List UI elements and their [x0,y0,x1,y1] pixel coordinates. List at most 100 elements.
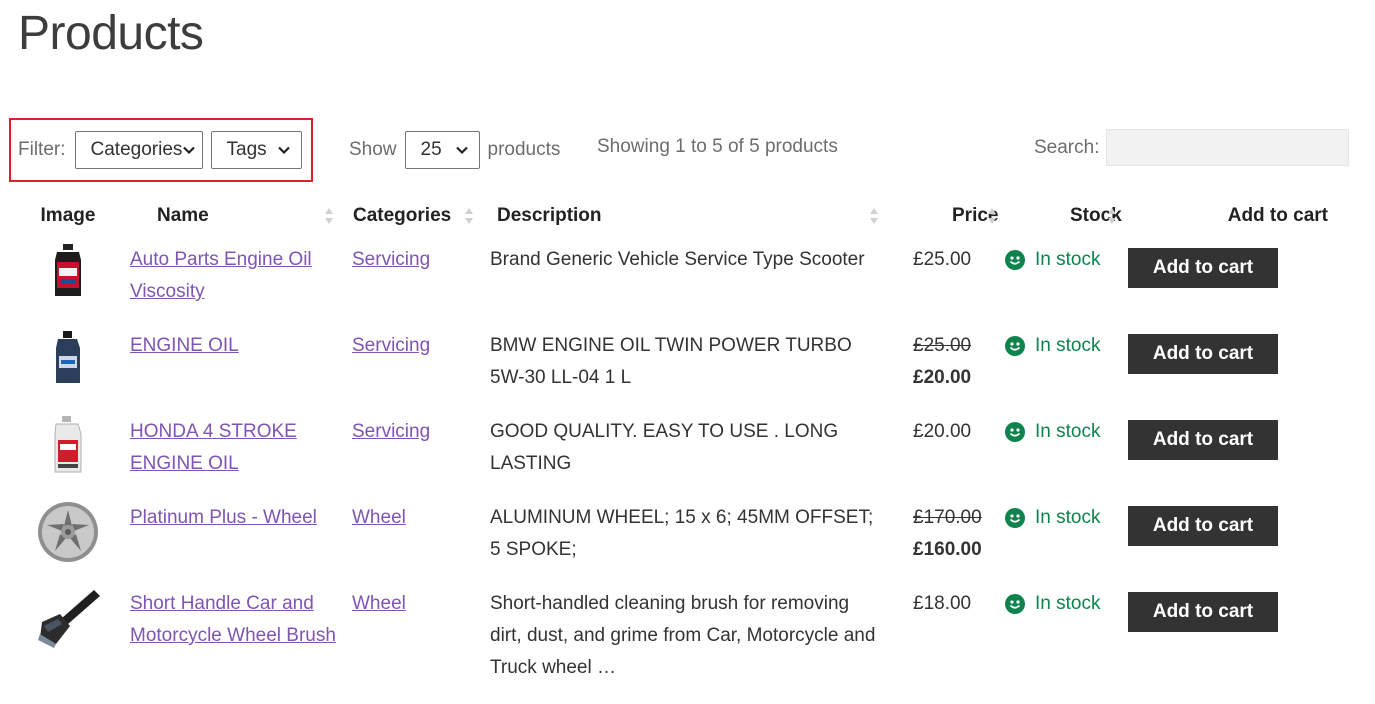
sort-icon [869,207,879,225]
table-row: ENGINE OIL Servicing BMW ENGINE OIL TWIN… [18,322,1348,408]
smiley-icon [1005,336,1025,356]
product-image-cell[interactable] [18,494,118,580]
add-to-cart-button[interactable]: Add to cart [1128,420,1278,460]
cart-cell: Add to cart [1123,322,1348,408]
product-image-cell[interactable] [18,408,118,494]
chevron-down-icon [182,143,196,157]
product-image-cell[interactable] [18,580,118,690]
price: £18.00 [913,593,972,614]
add-to-cart-button[interactable]: Add to cart [1128,334,1278,374]
page-size-select[interactable]: 25 [404,131,480,169]
search-group: Search: [1034,129,1350,166]
product-name-link[interactable]: Short Handle Car and Motorcycle Wheel Br… [130,593,336,646]
cart-cell: Add to cart [1123,236,1348,322]
filter-label: Filter: [18,139,66,160]
category-link[interactable]: Servicing [352,335,430,356]
product-price-cell: £25.00 £20.00 [885,322,1003,408]
product-name-cell: Short Handle Car and Motorcycle Wheel Br… [118,580,340,690]
add-to-cart-button[interactable]: Add to cart [1128,506,1278,546]
sort-icon [1107,207,1117,225]
stock-cell: In stock [1003,236,1123,322]
stock-cell: In stock [1003,494,1123,580]
stock-label: In stock [1035,335,1101,356]
stock-label: In stock [1035,507,1101,528]
chevron-down-icon [277,143,291,157]
product-description: BMW ENGINE OIL TWIN POWER TURBO 5W-30 LL… [490,335,852,388]
category-link[interactable]: Servicing [352,249,430,270]
cart-cell: Add to cart [1123,580,1348,690]
products-table: Image Name Categories Description Price … [18,196,1348,690]
stock-cell: In stock [1003,408,1123,494]
product-price-cell: £18.00 [885,580,1003,690]
product-name-link[interactable]: Platinum Plus - Wheel [130,507,317,528]
table-row: Short Handle Car and Motorcycle Wheel Br… [18,580,1348,690]
product-name-link[interactable]: ENGINE OIL [130,335,239,356]
tags-select[interactable]: Tags [210,131,302,169]
product-name-cell: Platinum Plus - Wheel [118,494,340,580]
product-image-cell[interactable] [18,236,118,322]
products-label: products [487,139,561,160]
stock-status: In stock [1005,502,1123,534]
header-stock[interactable]: Stock [1003,196,1123,236]
product-description: Brand Generic Vehicle Service Type Scoot… [490,249,865,270]
header-description[interactable]: Description [480,196,885,236]
price-old: £25.00 [913,335,972,356]
stock-status: In stock [1005,330,1123,362]
chevron-down-icon [455,143,469,157]
cart-cell: Add to cart [1123,408,1348,494]
stock-cell: In stock [1003,322,1123,408]
sort-icon [987,207,997,225]
sort-icon [464,207,474,225]
alloy-wheel-icon [36,502,100,569]
category-link[interactable]: Servicing [352,421,430,442]
sort-icon [324,207,334,225]
price-old: £170.00 [913,507,982,528]
add-to-cart-button[interactable]: Add to cart [1128,248,1278,288]
price: £20.00 [913,421,972,442]
tags-select-value: Tags [226,139,267,160]
header-price[interactable]: Price [885,196,1003,236]
header-categories[interactable]: Categories [340,196,480,236]
search-input[interactable] [1106,129,1350,166]
show-label: Show [349,139,397,160]
oil-jug-icon [48,416,88,481]
product-price-cell: £170.00 £160.00 [885,494,1003,580]
search-label: Search: [1034,136,1100,158]
add-to-cart-button[interactable]: Add to cart [1128,592,1278,632]
showing-info: Showing 1 to 5 of 5 products [597,136,838,157]
category-link[interactable]: Wheel [352,507,406,528]
product-image-cell[interactable] [18,322,118,408]
stock-label: In stock [1035,421,1101,442]
product-description: GOOD QUALITY. EASY TO USE . LONG LASTING [490,421,839,474]
price-sale: £160.00 [913,539,982,560]
cart-cell: Add to cart [1123,494,1348,580]
product-name-cell: HONDA 4 STROKE ENGINE OIL [118,408,340,494]
product-price-cell: £25.00 [885,236,1003,322]
filter-group: Filter: Categories Tags [9,118,313,182]
stock-status: In stock [1005,416,1123,448]
product-name-link[interactable]: HONDA 4 STROKE ENGINE OIL [130,421,297,474]
product-name-link[interactable]: Auto Parts Engine Oil Viscosity [130,249,312,302]
header-name[interactable]: Name [118,196,340,236]
categories-select-value: Categories [90,139,183,160]
product-description: ALUMINUM WHEEL; 15 x 6; 45MM OFFSET; 5 S… [490,507,874,560]
page-size-value: 25 [420,139,442,160]
stock-status: In stock [1005,588,1123,620]
product-description: Short-handled cleaning brush for removin… [490,593,876,678]
smiley-icon [1005,422,1025,442]
category-link[interactable]: Wheel [352,593,406,614]
page-length-control: Show 25 products [349,131,560,169]
product-category-cell: Wheel [340,494,480,580]
product-category-cell: Servicing [340,408,480,494]
smiley-icon [1005,250,1025,270]
smiley-icon [1005,594,1025,614]
table-row: HONDA 4 STROKE ENGINE OIL Servicing GOOD… [18,408,1348,494]
stock-label: In stock [1035,249,1101,270]
product-name-cell: Auto Parts Engine Oil Viscosity [118,236,340,322]
header-add-to-cart: Add to cart [1227,205,1328,226]
product-category-cell: Servicing [340,236,480,322]
product-category-cell: Wheel [340,580,480,690]
motor-oil-bottle-icon [49,244,87,305]
table-row: Auto Parts Engine Oil Viscosity Servicin… [18,236,1348,322]
categories-select[interactable]: Categories [74,131,203,169]
